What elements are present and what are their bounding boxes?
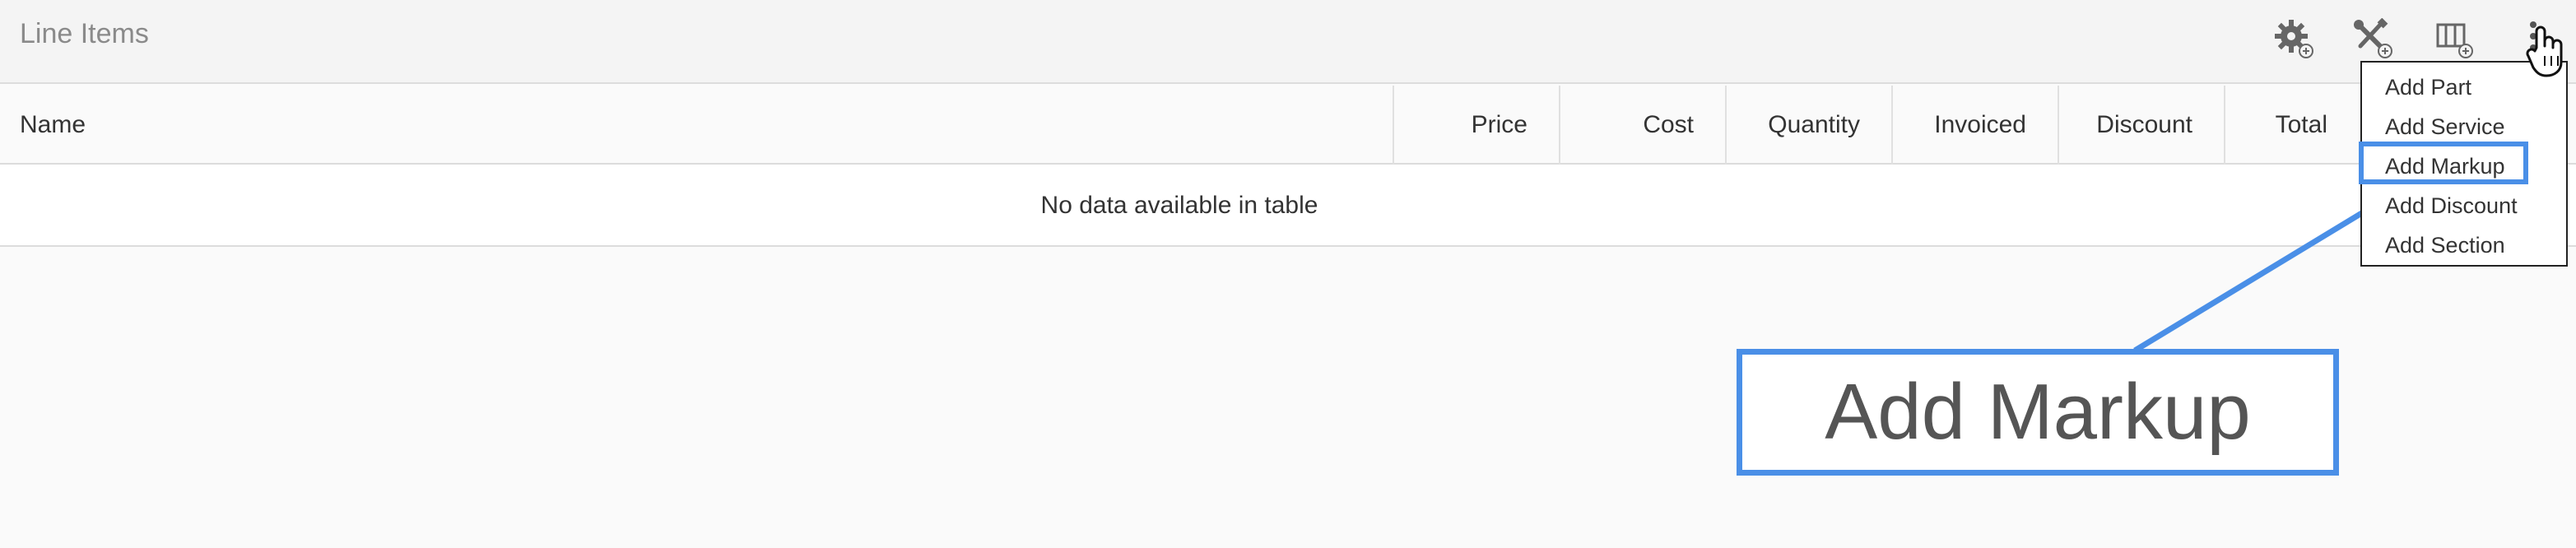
hand-cursor-icon	[2525, 23, 2568, 81]
column-header-invoiced[interactable]: Invoiced	[1891, 86, 2058, 165]
menu-item-add-service[interactable]: Add Service	[2385, 110, 2505, 143]
column-header-price[interactable]: Price	[1393, 86, 1559, 165]
menu-highlight-outline	[2359, 142, 2528, 184]
tools-add-icon[interactable]	[2352, 18, 2395, 61]
menu-item-add-part[interactable]: Add Part	[2385, 71, 2471, 104]
column-header-name[interactable]: Name	[0, 86, 1393, 165]
table-empty-row: No data available in table	[0, 165, 2576, 247]
column-header-quantity[interactable]: Quantity	[1725, 86, 1891, 165]
table-header: Name Price Cost Quantity Invoiced Discou…	[0, 86, 2576, 165]
menu-item-add-section[interactable]: Add Section	[2385, 229, 2505, 262]
columns-add-icon[interactable]	[2433, 18, 2476, 61]
menu-item-add-discount[interactable]: Add Discount	[2385, 189, 2518, 222]
settings-add-icon[interactable]	[2273, 18, 2316, 61]
empty-table-message: No data available in table	[1040, 192, 1318, 219]
column-header-discount[interactable]: Discount	[2058, 86, 2224, 165]
column-header-cost[interactable]: Cost	[1559, 86, 1725, 165]
column-header-total[interactable]: Total	[2224, 86, 2359, 165]
page-title: Line Items	[20, 18, 149, 49]
zoom-callout: Add Markup	[1737, 349, 2339, 476]
toolbar: Line Items	[0, 0, 2576, 84]
